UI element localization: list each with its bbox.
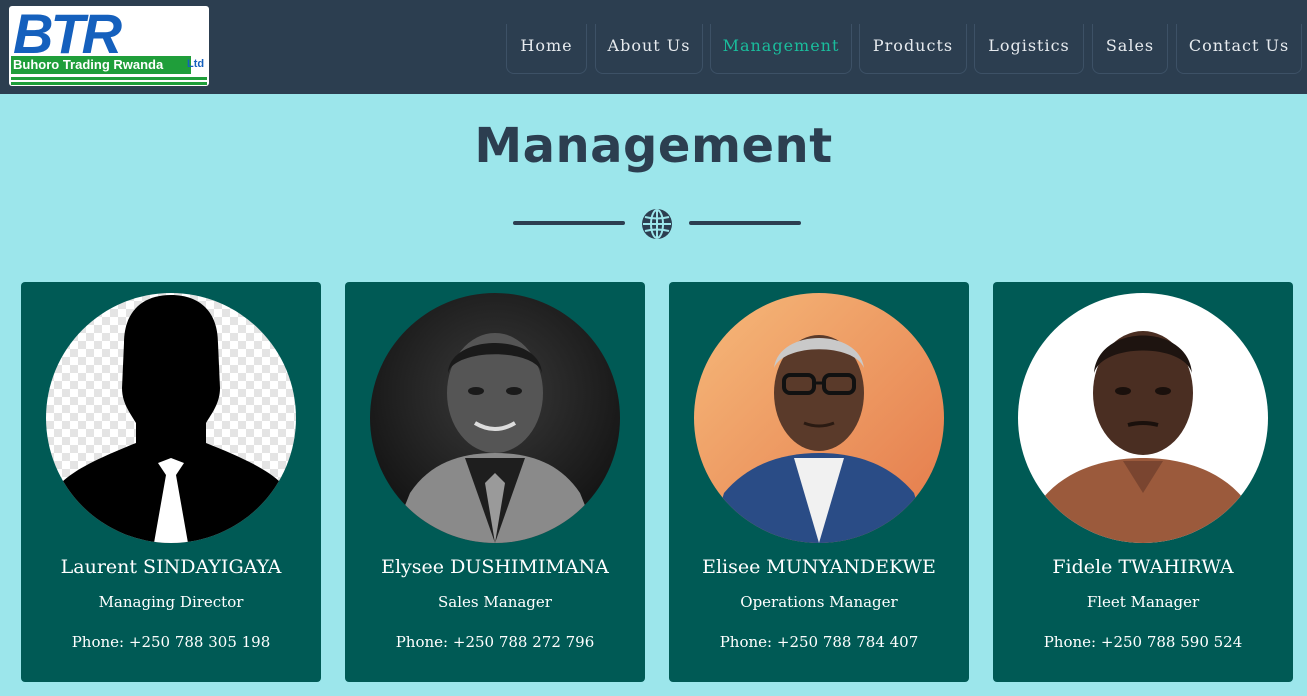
member-role: Sales Manager	[438, 593, 552, 611]
phone-number[interactable]: +250 788 305 198	[129, 633, 270, 651]
member-phone: Phone: +250 788 305 198	[21, 633, 321, 651]
avatar	[370, 293, 620, 543]
nav-item-products[interactable]: Products	[859, 24, 967, 74]
site-header: BTR Buhoro Trading Rwanda Ltd Home About…	[0, 0, 1307, 94]
phone-label: Phone:	[395, 633, 449, 651]
logo-letters: BTR	[13, 6, 122, 65]
nav-item-management[interactable]: Management	[710, 24, 852, 74]
member-phone: Phone: +250 788 590 524	[993, 633, 1293, 651]
placeholder-silhouette-image	[46, 293, 296, 543]
team-card: Elysee DUSHIMIMANA Sales Manager Phone: …	[345, 282, 645, 682]
team-card: Elisee MUNYANDEKWE Operations Manager Ph…	[669, 282, 969, 682]
title-divider-right	[689, 221, 801, 225]
member-name: Laurent SINDAYIGAYA	[60, 556, 282, 578]
avatar	[46, 293, 296, 543]
page-title: Management	[474, 118, 833, 174]
nav-item-sales[interactable]: Sales	[1092, 24, 1168, 74]
member-name: Fidele TWAHIRWA	[1052, 556, 1234, 578]
portrait-color-image	[694, 293, 944, 543]
member-role: Managing Director	[98, 593, 244, 611]
nav-item-logistics[interactable]: Logistics	[974, 24, 1084, 74]
team-card: Fidele TWAHIRWA Fleet Manager Phone: +25…	[993, 282, 1293, 682]
avatar	[694, 293, 944, 543]
member-phone: Phone: +250 788 784 407	[669, 633, 969, 651]
globe-icon	[642, 209, 672, 239]
phone-number[interactable]: +250 788 590 524	[1101, 633, 1242, 651]
title-divider-left	[513, 221, 625, 225]
nav-item-about-us[interactable]: About Us	[595, 24, 703, 74]
logo-stripe	[11, 77, 207, 80]
member-name: Elysee DUSHIMIMANA	[381, 556, 609, 578]
team-card: Laurent SINDAYIGAYA Managing Director Ph…	[21, 282, 321, 682]
phone-number[interactable]: +250 788 272 796	[453, 633, 594, 651]
nav-item-home[interactable]: Home	[506, 24, 587, 74]
member-role: Operations Manager	[740, 593, 898, 611]
portrait-grayscale-image	[370, 293, 620, 543]
phone-label: Phone:	[719, 633, 773, 651]
phone-label: Phone:	[1043, 633, 1097, 651]
company-logo[interactable]: BTR Buhoro Trading Rwanda Ltd	[9, 6, 209, 86]
portrait-color-image	[1018, 293, 1268, 543]
logo-company-name: Buhoro Trading Rwanda	[13, 57, 164, 72]
member-role: Fleet Manager	[1086, 593, 1200, 611]
member-phone: Phone: +250 788 272 796	[345, 633, 645, 651]
phone-number[interactable]: +250 788 784 407	[777, 633, 918, 651]
phone-label: Phone:	[71, 633, 125, 651]
nav-item-contact-us[interactable]: Contact Us	[1176, 24, 1302, 74]
logo-suffix: Ltd	[187, 58, 205, 70]
logo-stripe	[11, 82, 207, 85]
avatar	[1018, 293, 1268, 543]
member-name: Elisee MUNYANDEKWE	[702, 556, 936, 578]
